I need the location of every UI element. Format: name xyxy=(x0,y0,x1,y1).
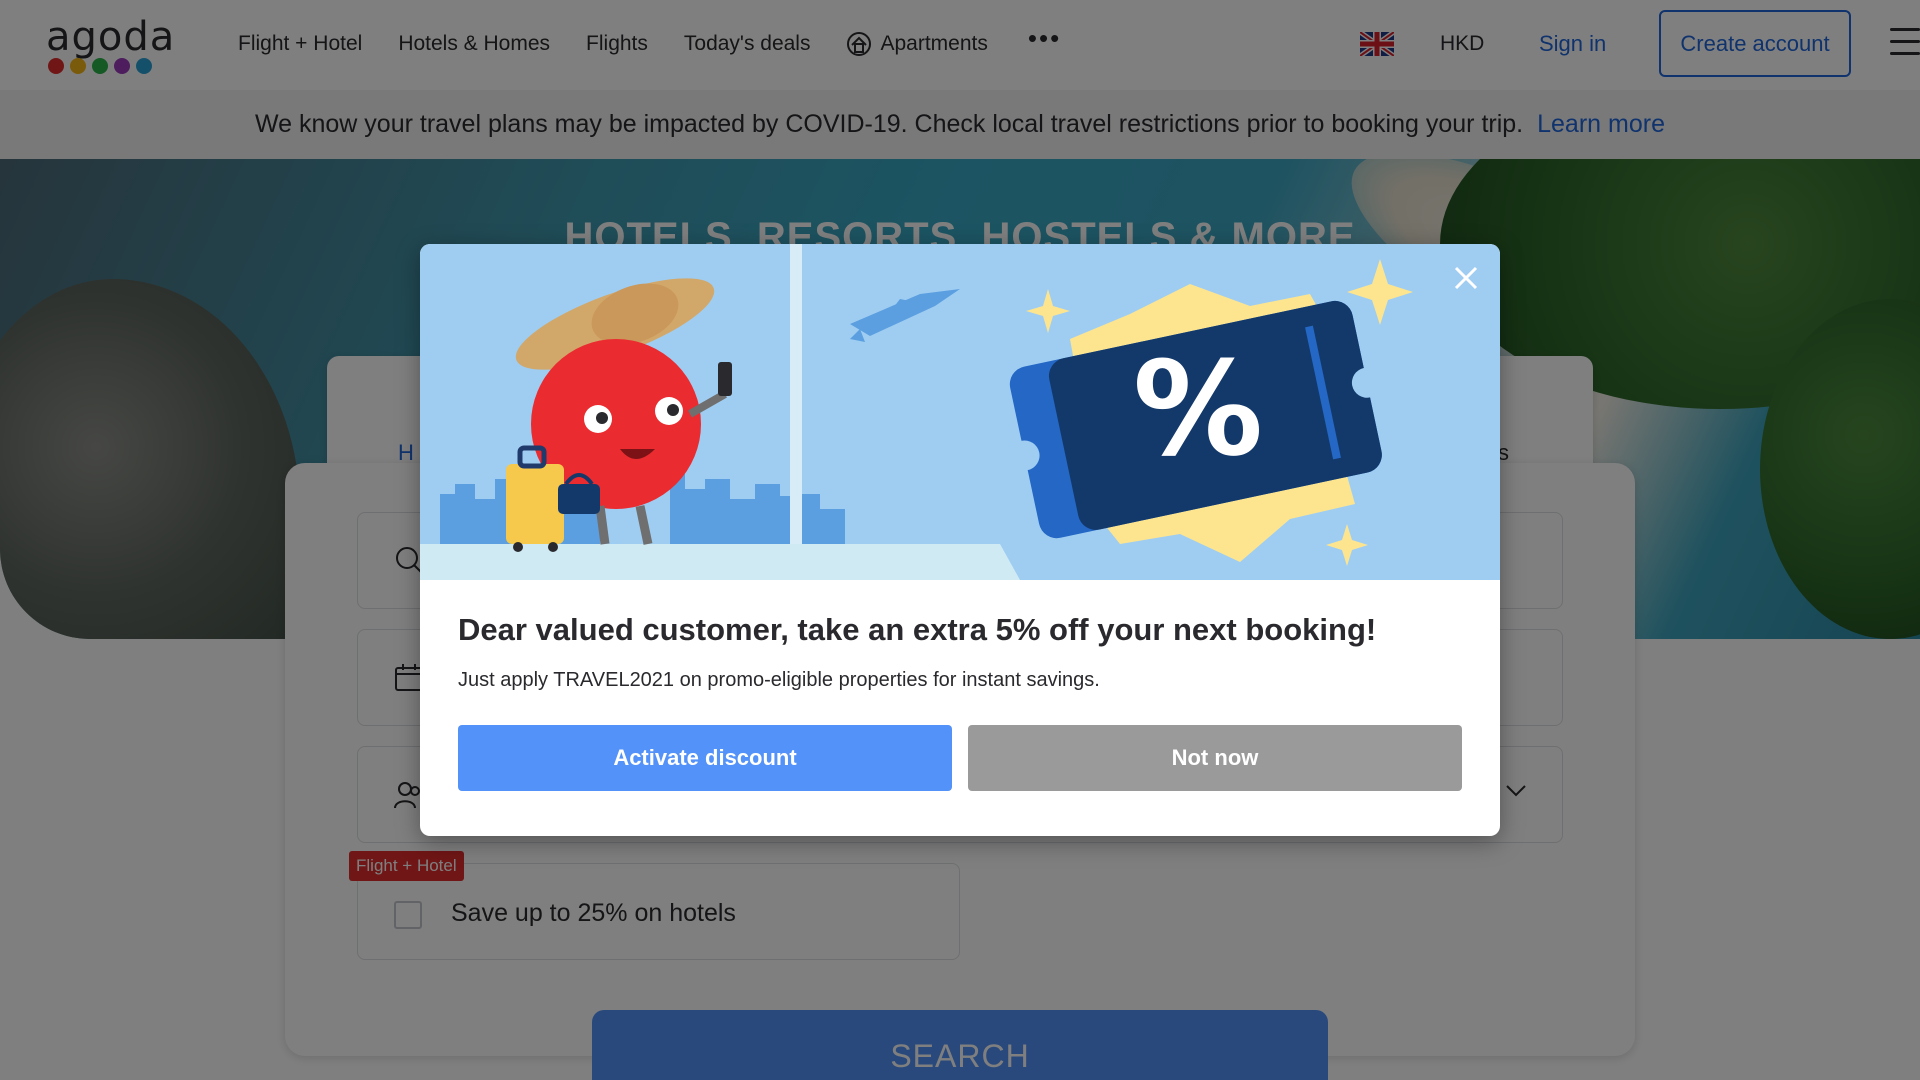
percent-symbol: % xyxy=(1133,333,1263,485)
promo-illustration: % xyxy=(420,244,1500,580)
not-now-button[interactable]: Not now xyxy=(968,725,1462,791)
activate-discount-button[interactable]: Activate discount xyxy=(458,725,952,791)
promo-modal: % Dear valued customer, take an extra 5%… xyxy=(420,244,1500,836)
close-icon[interactable] xyxy=(1450,262,1482,294)
promo-subtitle: Just apply TRAVEL2021 on promo-eligible … xyxy=(458,669,1100,691)
promo-title: Dear valued customer, take an extra 5% o… xyxy=(458,612,1377,647)
